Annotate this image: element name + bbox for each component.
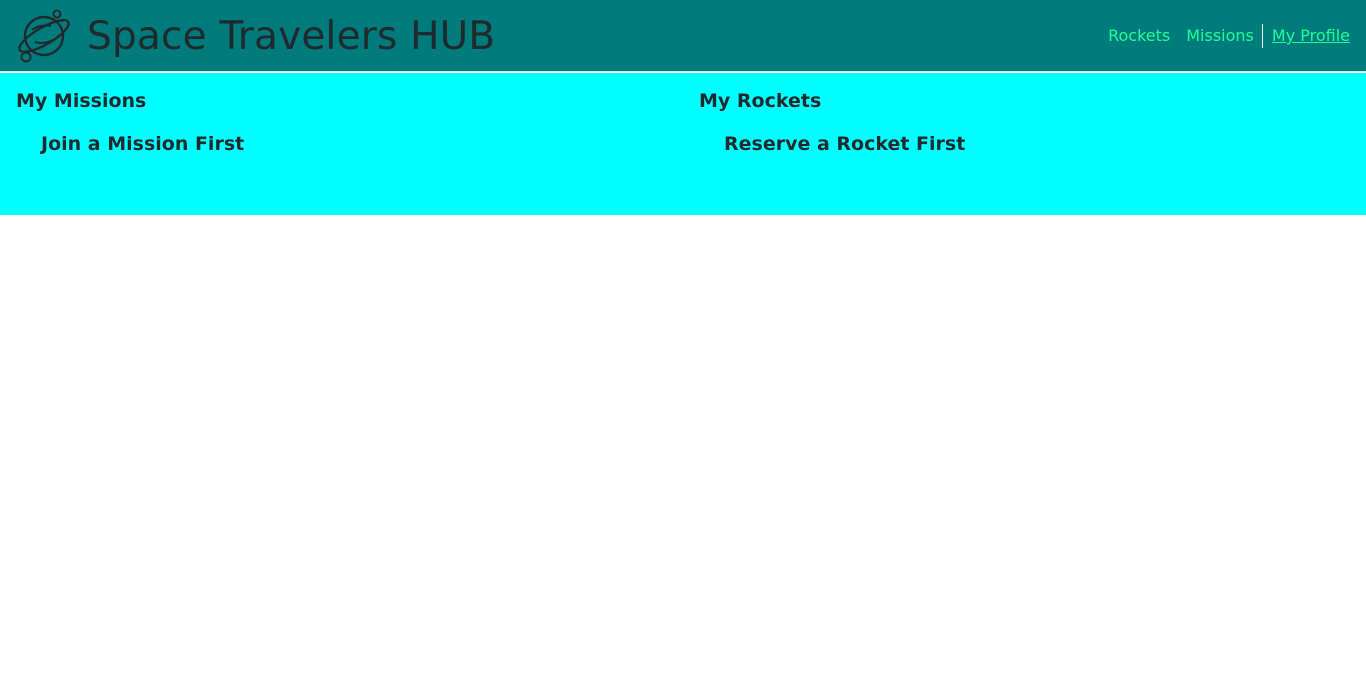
planet-icon (18, 9, 70, 63)
my-rockets-title: My Rockets (699, 90, 822, 112)
main-nav: Rockets Missions My Profile (1108, 24, 1350, 48)
my-rockets-empty-message: Reserve a Rocket First (724, 133, 966, 155)
nav-link-rockets[interactable]: Rockets (1108, 24, 1170, 48)
my-missions-section: My Missions Join a Mission First (0, 73, 683, 215)
my-missions-title: My Missions (16, 90, 147, 112)
app-title: Space Travelers HUB (87, 13, 496, 59)
my-rockets-section: My Rockets Reserve a Rocket First (683, 73, 1366, 215)
profile-panel: My Missions Join a Mission First My Rock… (0, 73, 1366, 215)
brand: Space Travelers HUB (15, 8, 495, 64)
my-missions-empty-message: Join a Mission First (41, 133, 245, 155)
nav-link-my-profile[interactable]: My Profile (1272, 24, 1350, 48)
app-header: Space Travelers HUB Rockets Missions My … (0, 0, 1366, 72)
nav-separator (1261, 24, 1263, 48)
nav-link-missions[interactable]: Missions (1186, 24, 1254, 48)
